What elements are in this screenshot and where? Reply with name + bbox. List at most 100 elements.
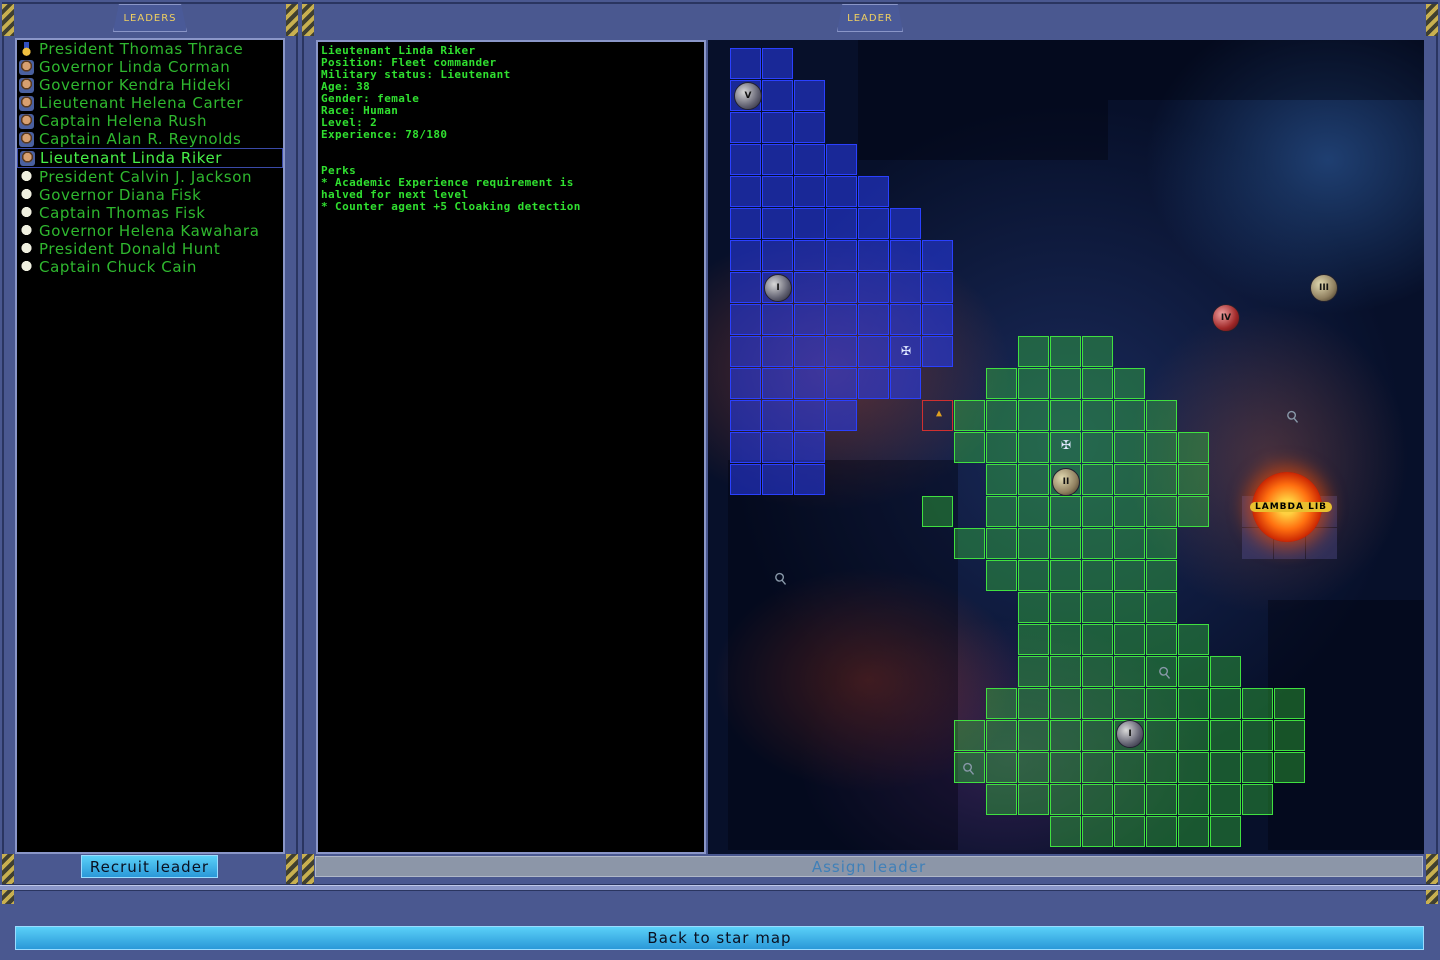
blue-territory-cell[interactable] bbox=[730, 208, 761, 239]
green-territory-cell[interactable] bbox=[1050, 784, 1081, 815]
green-territory-cell[interactable] bbox=[1114, 592, 1145, 623]
green-territory-cell[interactable] bbox=[1242, 720, 1273, 751]
blue-territory-cell[interactable] bbox=[762, 176, 793, 207]
green-territory-cell[interactable] bbox=[1082, 752, 1113, 783]
green-territory-cell[interactable] bbox=[1050, 400, 1081, 431]
starbase-icon[interactable]: ✠ bbox=[1054, 432, 1078, 456]
green-territory-cell[interactable] bbox=[1082, 464, 1113, 495]
green-territory-cell[interactable] bbox=[986, 400, 1017, 431]
green-territory-cell[interactable] bbox=[1210, 816, 1241, 847]
recruit-leader-button[interactable]: Recruit leader bbox=[81, 855, 218, 878]
green-territory-cell[interactable] bbox=[1082, 432, 1113, 463]
blue-territory-cell[interactable] bbox=[826, 304, 857, 335]
green-territory-cell[interactable] bbox=[1178, 432, 1209, 463]
green-territory-cell[interactable] bbox=[1210, 784, 1241, 815]
blue-territory-cell[interactable] bbox=[826, 240, 857, 271]
green-territory-cell[interactable] bbox=[1274, 688, 1305, 719]
blue-territory-cell[interactable] bbox=[762, 144, 793, 175]
green-territory-cell[interactable] bbox=[1146, 496, 1177, 527]
green-territory-cell[interactable] bbox=[1114, 464, 1145, 495]
green-territory-cell[interactable] bbox=[1178, 752, 1209, 783]
leader-list-item[interactable]: Governor Linda Corman bbox=[17, 58, 283, 76]
green-territory-cell[interactable] bbox=[1146, 784, 1177, 815]
blue-territory-cell[interactable] bbox=[730, 176, 761, 207]
green-territory-cell[interactable] bbox=[1178, 720, 1209, 751]
blue-territory-cell[interactable] bbox=[794, 368, 825, 399]
green-territory-cell[interactable] bbox=[986, 528, 1017, 559]
starbase-icon[interactable]: ✠ bbox=[894, 338, 918, 362]
blue-territory-cell[interactable] bbox=[762, 240, 793, 271]
green-territory-cell[interactable] bbox=[1050, 336, 1081, 367]
leader-list-item[interactable]: President Thomas Thrace bbox=[17, 40, 283, 58]
green-territory-cell[interactable] bbox=[1242, 688, 1273, 719]
green-territory-cell[interactable] bbox=[1114, 400, 1145, 431]
blue-territory-cell[interactable] bbox=[730, 432, 761, 463]
blue-territory-cell[interactable] bbox=[858, 336, 889, 367]
blue-territory-cell[interactable] bbox=[922, 272, 953, 303]
blue-territory-cell[interactable] bbox=[730, 336, 761, 367]
green-territory-cell[interactable] bbox=[1050, 592, 1081, 623]
green-territory-cell[interactable] bbox=[1018, 432, 1049, 463]
green-territory-cell[interactable] bbox=[1146, 464, 1177, 495]
assign-leader-button[interactable]: Assign leader bbox=[315, 856, 1423, 877]
green-territory-cell[interactable] bbox=[1082, 528, 1113, 559]
blue-territory-cell[interactable] bbox=[826, 208, 857, 239]
green-territory-cell[interactable] bbox=[1018, 688, 1049, 719]
blue-territory-cell[interactable] bbox=[858, 272, 889, 303]
green-territory-cell[interactable] bbox=[1210, 656, 1241, 687]
blue-territory-cell[interactable] bbox=[730, 304, 761, 335]
green-territory-cell[interactable] bbox=[1114, 368, 1145, 399]
leader-list-item[interactable]: Governor Helena Kawahara bbox=[17, 222, 283, 240]
green-territory-cell[interactable] bbox=[1050, 560, 1081, 591]
leader-list-item[interactable]: Captain Thomas Fisk bbox=[17, 204, 283, 222]
green-territory-cell[interactable] bbox=[1146, 752, 1177, 783]
green-territory-cell[interactable] bbox=[1114, 656, 1145, 687]
blue-territory-cell[interactable] bbox=[730, 144, 761, 175]
green-territory-cell[interactable] bbox=[1146, 400, 1177, 431]
green-territory-cell[interactable] bbox=[1018, 528, 1049, 559]
blue-territory-cell[interactable] bbox=[730, 368, 761, 399]
green-territory-cell[interactable] bbox=[1146, 560, 1177, 591]
green-territory-cell[interactable] bbox=[1082, 784, 1113, 815]
green-territory-cell[interactable] bbox=[1082, 624, 1113, 655]
blue-territory-cell[interactable] bbox=[890, 272, 921, 303]
green-territory-cell[interactable] bbox=[1082, 592, 1113, 623]
green-territory-cell[interactable] bbox=[1050, 368, 1081, 399]
green-territory-cell[interactable] bbox=[986, 720, 1017, 751]
green-territory-cell[interactable] bbox=[1178, 816, 1209, 847]
blue-territory-cell[interactable] bbox=[730, 400, 761, 431]
green-territory-cell[interactable] bbox=[1178, 784, 1209, 815]
green-territory-cell[interactable] bbox=[1050, 656, 1081, 687]
green-territory-cell[interactable] bbox=[1274, 752, 1305, 783]
blue-territory-cell[interactable] bbox=[858, 176, 889, 207]
green-territory-cell[interactable] bbox=[1082, 560, 1113, 591]
green-territory-cell[interactable] bbox=[1114, 688, 1145, 719]
blue-territory-cell[interactable] bbox=[730, 240, 761, 271]
blue-territory-cell[interactable] bbox=[922, 336, 953, 367]
blue-territory-cell[interactable] bbox=[762, 80, 793, 111]
green-territory-cell[interactable] bbox=[1018, 560, 1049, 591]
green-territory-cell[interactable] bbox=[1050, 528, 1081, 559]
green-territory-cell[interactable] bbox=[1018, 752, 1049, 783]
blue-territory-cell[interactable] bbox=[762, 112, 793, 143]
green-territory-cell[interactable] bbox=[986, 560, 1017, 591]
green-territory-cell[interactable] bbox=[1242, 784, 1273, 815]
green-territory-cell[interactable] bbox=[1146, 432, 1177, 463]
green-territory-cell[interactable] bbox=[1178, 464, 1209, 495]
blue-territory-cell[interactable] bbox=[826, 144, 857, 175]
leader-list-item[interactable]: President Donald Hunt bbox=[17, 240, 283, 258]
green-territory-cell[interactable] bbox=[1114, 528, 1145, 559]
blue-territory-cell[interactable] bbox=[762, 48, 793, 79]
blue-territory-cell[interactable] bbox=[794, 432, 825, 463]
star-map[interactable]: V I IV III II I LAMBDA LIB ✠ ✠ ▲ ⚲ ⚲ ⚲ ⚲ bbox=[708, 40, 1424, 854]
blue-territory-cell[interactable] bbox=[890, 368, 921, 399]
leader-list-item[interactable]: Lieutenant Linda Riker bbox=[17, 148, 283, 168]
green-territory-cell[interactable] bbox=[1018, 464, 1049, 495]
blue-territory-cell[interactable] bbox=[794, 176, 825, 207]
green-territory-cell[interactable] bbox=[1018, 336, 1049, 367]
leader-list-item[interactable]: President Calvin J. Jackson bbox=[17, 168, 283, 186]
leaders-list[interactable]: President Thomas Thrace Governor Linda Co… bbox=[15, 38, 285, 854]
green-territory-cell[interactable] bbox=[986, 784, 1017, 815]
green-territory-cell[interactable] bbox=[1050, 688, 1081, 719]
green-territory-cell[interactable] bbox=[922, 496, 953, 527]
